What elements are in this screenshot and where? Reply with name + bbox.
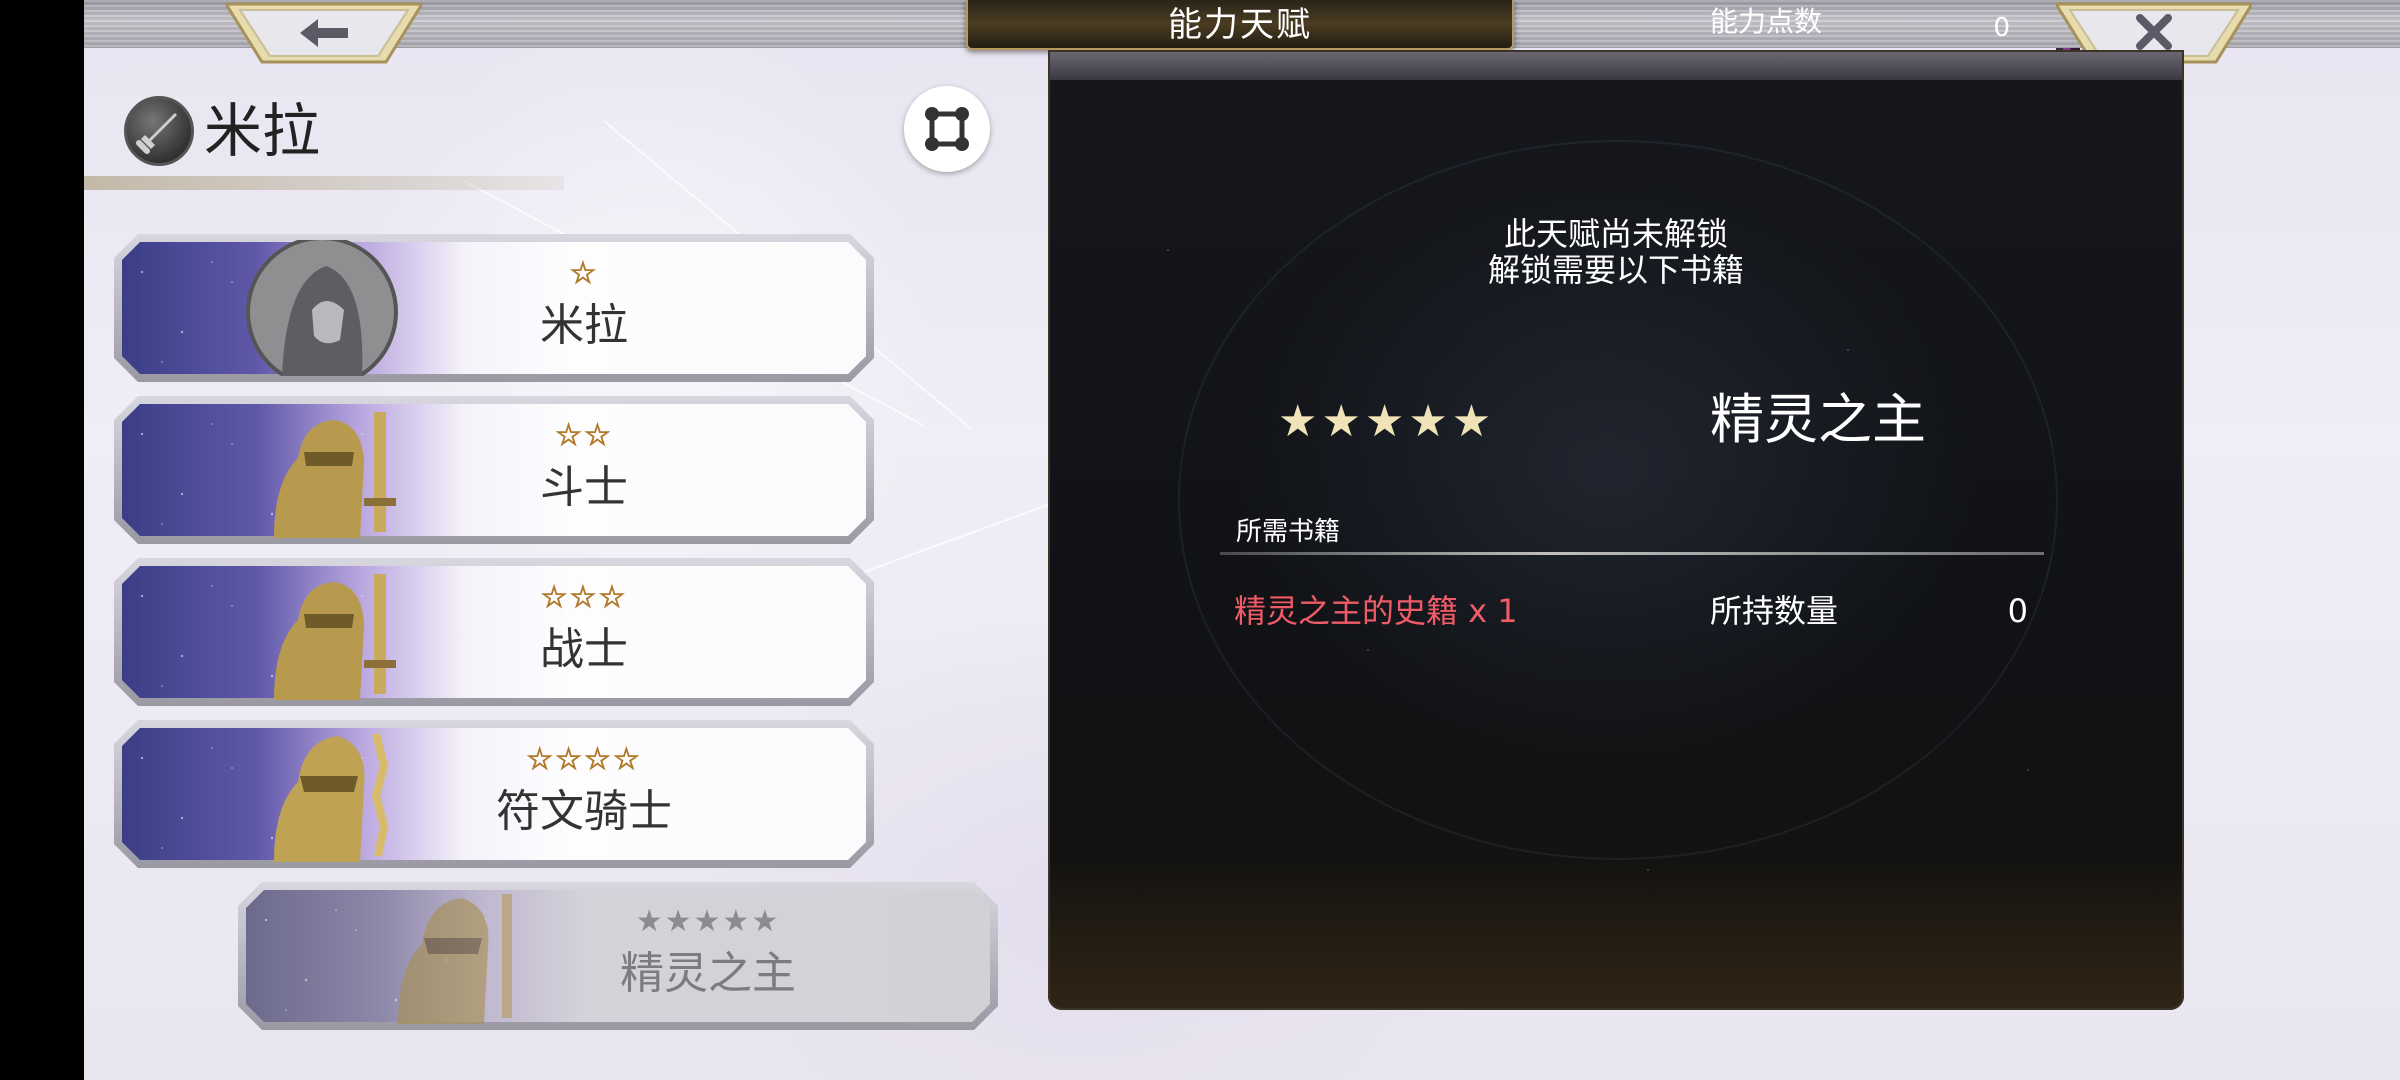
lock-message-line2: 解锁需要以下书籍 — [1487, 251, 1744, 289]
title-plate: 能力天赋 — [966, 0, 1514, 50]
divider — [1220, 552, 2044, 555]
talent-detail-panel: 此天赋尚未解锁 解锁需要以下书籍 ★★★★★ 精灵之主 所需书籍 精灵之主的史籍… — [1048, 50, 2184, 1010]
class-label: 精灵之主 — [620, 948, 796, 999]
class-card-2[interactable]: ☆☆ 斗士 — [114, 396, 874, 544]
points-value: 0 — [1993, 13, 2010, 43]
class-label: 米拉 — [540, 300, 628, 351]
ability-points: 能力点数 0 — [1710, 0, 2030, 48]
class-label: 符文骑士 — [496, 786, 672, 837]
required-rank-stars: ★★★★★ — [1278, 396, 1496, 447]
arrow-left-icon — [300, 19, 348, 47]
warrior-portrait-icon — [274, 574, 396, 700]
required-book-name: 精灵之主的史籍 x 1 — [1234, 592, 1518, 630]
rank-stars: ☆☆☆ — [540, 580, 628, 616]
expand-nodes-button[interactable] — [904, 86, 990, 172]
class-card-4[interactable]: ☆☆☆☆ 符文骑士 — [114, 720, 874, 868]
required-books-header: 所需书籍 — [1236, 517, 1341, 547]
lock-message-line1: 此天赋尚未解锁 — [1503, 215, 1728, 253]
header-underline — [84, 176, 564, 190]
panel-bottom-ornament — [1048, 860, 2184, 1010]
character-name: 米拉 — [204, 97, 321, 165]
rank-stars: ☆ — [569, 256, 599, 292]
required-class-name: 精灵之主 — [1710, 388, 1926, 451]
class-card-5-selected[interactable]: ★★★★★ 精灵之主 — [238, 882, 998, 1030]
class-card-3[interactable]: ☆☆☆ 战士 — [114, 558, 874, 706]
class-card-1[interactable]: ☆ 米拉 — [114, 234, 874, 382]
rank-stars: ★★★★★ — [635, 904, 781, 939]
class-label: 斗士 — [540, 462, 628, 513]
expand-nodes-icon — [925, 107, 969, 151]
rank-stars: ☆☆☆☆ — [526, 742, 642, 778]
sword-emblem-icon — [124, 96, 194, 166]
rank-stars: ☆☆ — [555, 418, 613, 454]
knight-portrait-icon — [274, 412, 396, 538]
spirit-lord-portrait-icon — [398, 894, 512, 1024]
held-quantity-label: 所持数量 — [1710, 592, 1839, 630]
back-button[interactable] — [226, 0, 422, 66]
game-screen: 能力天赋 能力点数 0 米拉 ☆ 米拉 ☆☆ 斗士 ☆☆☆ 战士 ☆☆☆☆ 符文… — [0, 0, 2400, 1080]
page-title: 能力天赋 — [1168, 5, 1312, 45]
panel-top-strip — [1048, 50, 2184, 80]
hooded-portrait-icon — [246, 240, 398, 376]
class-label: 战士 — [540, 624, 628, 675]
points-label: 能力点数 — [1710, 5, 1823, 38]
rune-knight-portrait-icon — [274, 733, 389, 862]
letterbox-left — [0, 0, 84, 1080]
held-quantity-value: 0 — [2007, 592, 2028, 630]
